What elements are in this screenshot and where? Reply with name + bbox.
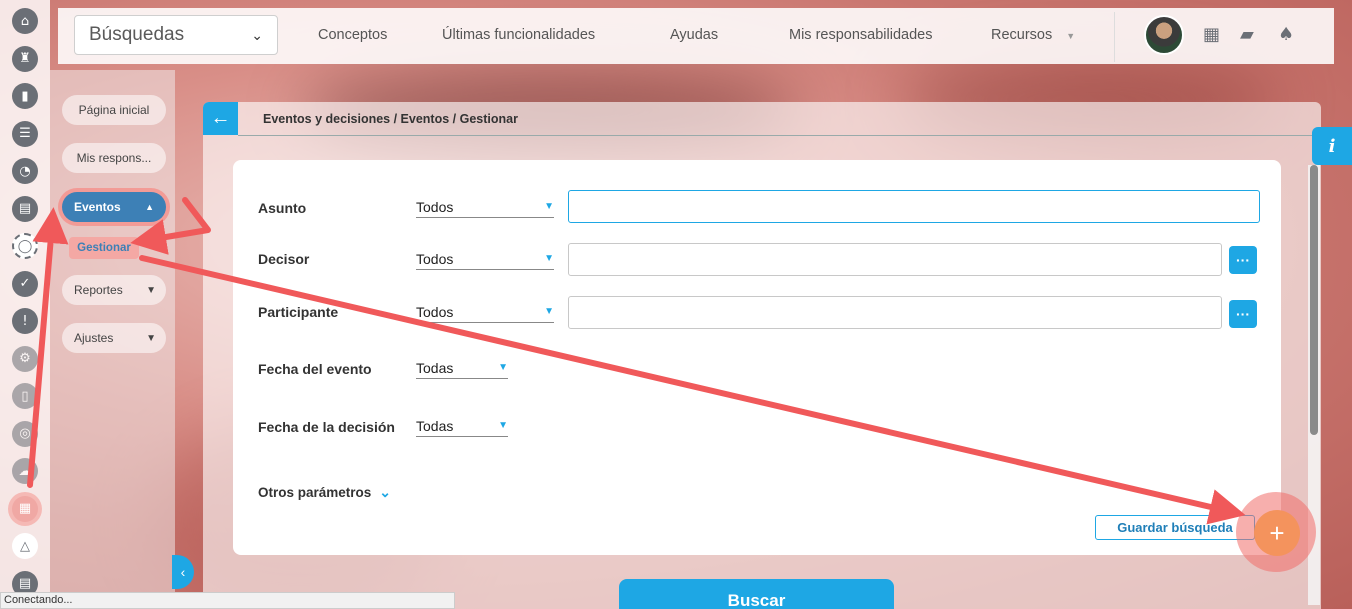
top-navigation: Búsquedas ⌄ Conceptos Últimas funcionali… <box>58 8 1334 64</box>
icon-rail: ⌂ ♜ ▮ ☰ ◔ ▤ ◯ ✓ ! ⚙ ▯ ◎ ☁ ▦ △ ▤ <box>0 0 50 609</box>
ellipsis-icon: ··· <box>1236 306 1250 322</box>
decisor-filter-select[interactable]: Todos ▼ <box>416 248 554 270</box>
list-icon[interactable]: ☰ <box>12 120 38 147</box>
search-select[interactable]: Búsquedas ⌄ <box>74 15 278 55</box>
clipboard-icon[interactable]: ▯ <box>12 383 38 409</box>
guardar-busqueda-button[interactable]: Guardar búsqueda <box>1095 515 1255 540</box>
sidebar-item-ajustes[interactable]: Ajustes ▼ <box>62 323 166 353</box>
status-bar: Conectando... <box>0 592 455 609</box>
info-tab[interactable]: i <box>1312 127 1352 165</box>
network-icon[interactable]: △ <box>12 533 38 559</box>
chevron-down-icon: ▼ <box>498 362 508 373</box>
chevron-down-icon: ⌄ <box>379 484 392 500</box>
decisor-picker-button[interactable]: ··· <box>1229 246 1257 274</box>
warning-icon[interactable]: ! <box>12 308 38 334</box>
check-circle-icon[interactable]: ✓ <box>12 270 38 297</box>
participante-input[interactable] <box>568 296 1222 329</box>
asunto-filter-select[interactable]: Todos ▼ <box>416 196 554 218</box>
decisor-filter-value: Todos <box>416 250 454 267</box>
bell-icon[interactable]: ♠ <box>1278 24 1294 45</box>
nav-ultimas-funcionalidades[interactable]: Últimas funcionalidades <box>442 27 595 43</box>
sidebar-item-label: Página inicial <box>78 103 150 117</box>
participante-filter-select[interactable]: Todos ▼ <box>416 301 554 323</box>
sidebar-item-reportes[interactable]: Reportes ▼ <box>62 275 166 305</box>
sidebar-item-label: Gestionar <box>77 242 131 254</box>
chevron-up-icon: ▲ <box>145 202 154 212</box>
chevron-down-icon: ▼ <box>146 332 156 344</box>
divider <box>1114 12 1115 62</box>
asunto-filter-value: Todos <box>416 198 454 215</box>
fecha-evento-value: Todas <box>416 359 454 376</box>
nav-recursos[interactable]: Recursos ▼ <box>991 27 1075 43</box>
search-select-value: Búsquedas <box>89 24 185 45</box>
book-icon[interactable]: ▰ <box>1240 24 1254 45</box>
calendar-icon[interactable]: ▦ <box>12 495 38 522</box>
sidebar-item-mis-respons[interactable]: Mis respons... <box>62 143 166 173</box>
otros-parametros-toggle[interactable]: Otros parámetros ⌄ <box>258 484 391 501</box>
scrollbar-thumb[interactable] <box>1310 165 1318 435</box>
chevron-down-icon: ▼ <box>544 306 554 317</box>
sidebar-item-label: Mis respons... <box>76 151 152 165</box>
plus-icon: + <box>1269 517 1285 548</box>
chess-rook-icon[interactable]: ♜ <box>12 45 38 72</box>
ellipsis-icon: ··· <box>1236 252 1250 268</box>
chevron-down-icon: ▼ <box>146 284 156 296</box>
search-form: Asunto Todos ▼ Decisor Todos ▼ ··· Parti… <box>233 160 1281 555</box>
pie-chart-icon[interactable]: ◔ <box>12 158 38 184</box>
participante-picker-button[interactable]: ··· <box>1229 300 1257 328</box>
divider <box>238 135 1321 136</box>
asunto-input[interactable] <box>568 190 1260 223</box>
decisor-label: Decisor <box>258 251 310 267</box>
module-sidebar: Página inicial Mis respons... Eventos ▲ … <box>50 70 175 609</box>
nav-recursos-label: Recursos <box>991 27 1053 43</box>
chevron-left-icon: ‹ <box>180 564 186 580</box>
nav-mis-responsabilidades[interactable]: Mis responsabilidades <box>789 27 932 43</box>
participante-filter-value: Todos <box>416 303 454 320</box>
cloud-icon[interactable]: ☁ <box>12 458 38 484</box>
info-icon: i <box>1328 135 1336 157</box>
sidebar-item-label: Ajustes <box>74 331 114 345</box>
fecha-decision-select[interactable]: Todas ▼ <box>416 415 508 437</box>
cog-icon[interactable]: ⚙ <box>12 345 38 372</box>
participante-label: Participante <box>258 304 339 320</box>
chevron-down-icon: ▼ <box>1066 31 1076 41</box>
chevron-down-icon: ⌄ <box>251 26 263 43</box>
fecha-evento-label: Fecha del evento <box>258 361 372 377</box>
home-icon[interactable]: ⌂ <box>12 8 38 34</box>
breadcrumb: Eventos y decisiones / Eventos / Gestion… <box>263 112 518 126</box>
buscar-button[interactable]: Buscar <box>619 579 894 609</box>
document-icon[interactable]: ▤ <box>12 195 38 222</box>
asunto-label: Asunto <box>258 200 307 216</box>
chevron-down-icon: ▼ <box>498 420 508 431</box>
add-button[interactable]: + <box>1254 510 1300 556</box>
bar-chart-icon[interactable]: ▮ <box>12 83 38 109</box>
back-button[interactable]: ← <box>203 102 238 135</box>
chevron-down-icon: ▼ <box>544 201 554 212</box>
sidebar-item-eventos[interactable]: Eventos ▲ <box>62 192 166 222</box>
sidebar-item-label: Reportes <box>74 283 123 297</box>
avatar[interactable] <box>1144 15 1184 55</box>
decisor-input[interactable] <box>568 243 1222 276</box>
arrow-left-icon: ← <box>210 107 231 129</box>
sidebar-item-pagina-inicial[interactable]: Página inicial <box>62 95 166 125</box>
nav-ayudas[interactable]: Ayudas <box>670 27 718 43</box>
sidebar-item-label: Eventos <box>74 200 121 214</box>
cycle-icon[interactable]: ◯ <box>12 233 38 259</box>
nav-conceptos[interactable]: Conceptos <box>318 27 387 43</box>
fecha-decision-label: Fecha de la decisión <box>258 419 395 435</box>
otros-parametros-label: Otros parámetros <box>258 485 372 500</box>
sidebar-item-gestionar[interactable]: Gestionar <box>69 237 139 259</box>
chevron-down-icon: ▼ <box>544 253 554 264</box>
fecha-decision-value: Todas <box>416 417 454 434</box>
fecha-evento-select[interactable]: Todas ▼ <box>416 357 508 379</box>
calendar-icon[interactable]: ▦ <box>1203 24 1220 45</box>
target-icon[interactable]: ◎ <box>12 420 38 447</box>
